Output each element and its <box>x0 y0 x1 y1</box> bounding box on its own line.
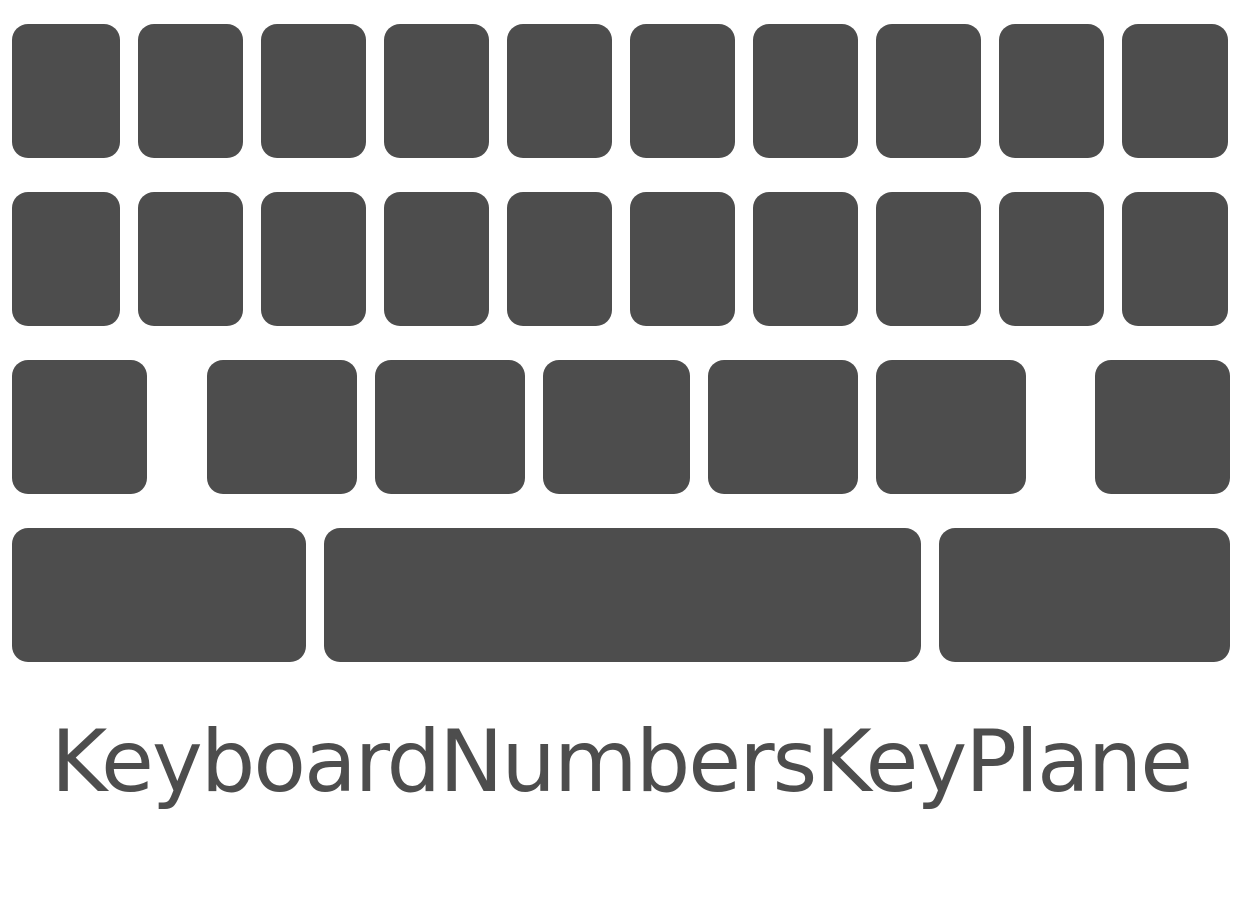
key-row1-5[interactable] <box>507 24 612 158</box>
key-row1-6[interactable] <box>630 24 735 158</box>
key-row3-2[interactable] <box>375 360 525 494</box>
key-row3-4[interactable] <box>708 360 858 494</box>
key-row2-8[interactable] <box>876 192 981 326</box>
key-row2-1[interactable] <box>12 192 120 326</box>
key-row3-delete[interactable] <box>1095 360 1230 494</box>
key-row3-shift-left[interactable] <box>12 360 147 494</box>
key-row1-2[interactable] <box>138 24 243 158</box>
key-row4-return[interactable] <box>939 528 1230 662</box>
key-row2-4[interactable] <box>384 192 489 326</box>
key-row1-10[interactable] <box>1122 24 1228 158</box>
keyboard-keyplane <box>0 0 1242 680</box>
key-row2-9[interactable] <box>999 192 1104 326</box>
key-row2-7[interactable] <box>753 192 858 326</box>
key-row4-space[interactable] <box>324 528 921 662</box>
key-row3-3[interactable] <box>543 360 690 494</box>
key-row2-10[interactable] <box>1122 192 1228 326</box>
key-row2-5[interactable] <box>507 192 612 326</box>
key-row2-2[interactable] <box>138 192 243 326</box>
key-row2-3[interactable] <box>261 192 366 326</box>
key-row1-4[interactable] <box>384 24 489 158</box>
key-row1-3[interactable] <box>261 24 366 158</box>
key-row3-5[interactable] <box>876 360 1026 494</box>
key-row1-8[interactable] <box>876 24 981 158</box>
key-row1-9[interactable] <box>999 24 1104 158</box>
key-row2-6[interactable] <box>630 192 735 326</box>
keyplane-caption: KeyboardNumbersKeyPlane <box>50 712 1193 812</box>
key-row1-7[interactable] <box>753 24 858 158</box>
key-row3-1[interactable] <box>207 360 357 494</box>
key-row1-1[interactable] <box>12 24 120 158</box>
key-row4-mode[interactable] <box>12 528 306 662</box>
